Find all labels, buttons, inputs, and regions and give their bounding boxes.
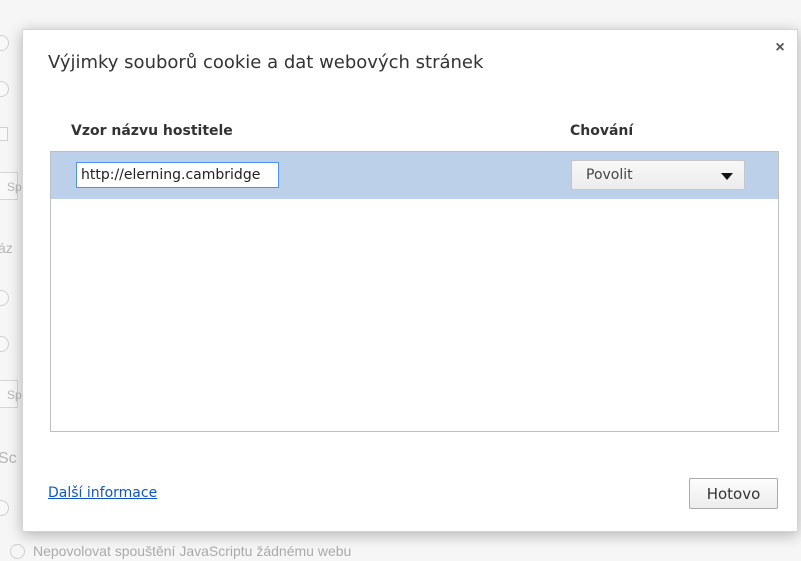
- column-header-pattern: Vzor názvu hostitele: [71, 123, 233, 139]
- background-radio: [0, 290, 9, 306]
- background-radio: [0, 81, 9, 97]
- chevron-down-icon: [721, 173, 733, 180]
- behavior-select-value: Povolit: [586, 167, 633, 183]
- background-bottom-option-label: Nepovolovat spouštění JavaScriptu žádném…: [33, 543, 352, 559]
- column-header-behavior: Chování: [570, 123, 634, 139]
- dialog-title: Výjimky souborů cookie a dat webových st…: [48, 52, 484, 73]
- background-radio: [0, 35, 9, 51]
- done-button[interactable]: Hotovo: [689, 478, 778, 509]
- cookie-exceptions-dialog: Výjimky souborů cookie a dat webových st…: [22, 29, 798, 532]
- background-field: Sp: [0, 380, 22, 408]
- exceptions-list[interactable]: Povolit: [50, 151, 779, 432]
- more-info-link[interactable]: Další informace: [48, 485, 157, 501]
- background-section-label: Sc: [0, 450, 17, 467]
- background-checkbox: [0, 127, 8, 141]
- background-bottom-option: Nepovolovat spouštění JavaScriptu žádném…: [10, 543, 351, 559]
- background-section-label: áz: [0, 240, 13, 256]
- behavior-select[interactable]: Povolit: [571, 160, 745, 190]
- background-radio: [0, 336, 9, 352]
- list-item[interactable]: Povolit: [51, 152, 778, 199]
- background-field: Sp: [0, 172, 22, 200]
- background-radio: [0, 500, 9, 516]
- radio-icon: [10, 543, 25, 559]
- hostname-pattern-input[interactable]: [76, 162, 279, 188]
- close-icon[interactable]: ×: [771, 39, 789, 57]
